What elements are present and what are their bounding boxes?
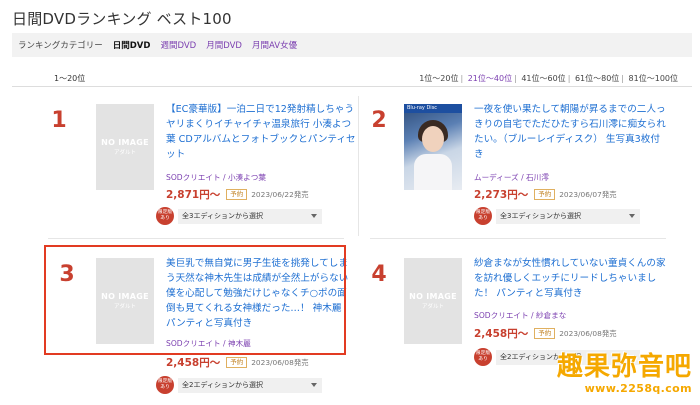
watermark: 趣果弥音吧 www.2258q.com (557, 352, 692, 395)
reserve-badge: 予約 (226, 189, 248, 200)
product-title-link[interactable]: 紗倉まなが女性慣れしていない童貞くんの家を訪れ優しくエッチにリードしちゃいました… (474, 256, 668, 301)
edition-row: 限定版あり 全2エディションから選択 (156, 376, 322, 394)
ranking-item: 2 Blu-ray Disc 一夜を使い果たして朝陽が昇るまでの二人っきりの自宅… (370, 102, 670, 225)
limited-edition-badge: 限定版あり (156, 376, 174, 394)
row-divider (48, 238, 344, 239)
no-image-sub: アダルト (421, 304, 444, 310)
price-row: 2,458円〜 予約 2023/06/08発売 (474, 326, 617, 341)
range-link-1-20[interactable]: 1位〜20位 (419, 74, 458, 83)
no-image-text: NO IMAGE (101, 138, 149, 147)
edition-select-label: 全2エディションから選択 (182, 380, 263, 389)
price: 2,458円〜 (474, 328, 529, 340)
cover-photo-face (422, 126, 444, 152)
category-bar: ランキングカテゴリー 日間DVD 週間DVD 月間DVD 月間AV女優 (12, 33, 692, 57)
edition-select[interactable]: 全3エディションから選択 (496, 208, 640, 224)
category-monthly-actress-link[interactable]: 月間AV女優 (252, 39, 297, 51)
release-date: 2023/06/07発売 (559, 190, 617, 199)
product-title-link[interactable]: 一夜を使い果たして朝陽が昇るまでの二人っきりの自宅でただひたすら石川澪に痴女られ… (474, 102, 668, 162)
category-label: ランキングカテゴリー (18, 41, 103, 51)
category-weekly-dvd-link[interactable]: 週間DVD (160, 39, 196, 51)
reserve-badge: 予約 (534, 328, 556, 339)
range-link-61-80[interactable]: 61位〜80位 (575, 74, 619, 83)
cover-photo-body (414, 154, 452, 190)
bluray-label: Blu-ray Disc (404, 104, 462, 113)
edition-select-label: 全3エディションから選択 (182, 211, 263, 220)
column-divider (358, 96, 359, 236)
edition-select[interactable]: 全3エディションから選択 (178, 208, 322, 224)
product-thumbnail[interactable]: Blu-ray Disc (404, 104, 462, 190)
price: 2,871円〜 (166, 189, 221, 201)
ranking-item: 1 NO IMAGE アダルト 【EC豪華版】一泊二日で12発射精しちゃうヤリま… (48, 102, 356, 225)
maker-link[interactable]: SODクリエイト / 紗倉まな (474, 310, 566, 321)
price-row: 2,273円〜 予約 2023/06/07発売 (474, 187, 617, 202)
category-daily-dvd: 日間DVD (112, 41, 151, 51)
category-monthly-dvd-link[interactable]: 月間DVD (206, 39, 242, 51)
rank-number: 1 (51, 108, 67, 133)
price: 2,273円〜 (474, 189, 529, 201)
edition-row: 限定版あり 全3エディションから選択 (474, 207, 640, 225)
row-divider (370, 238, 666, 239)
maker-link[interactable]: SODクリエイト / 小湊よつ葉 (166, 172, 266, 183)
edition-row: 限定版あり 全3エディションから選択 (156, 207, 322, 225)
product-title-link[interactable]: 【EC豪華版】一泊二日で12発射精しちゃうヤリまくりイチャイチャ温泉旅行 小湊よ… (166, 102, 360, 162)
page-title: 日間DVDランキング ベスト100 (12, 10, 232, 28)
watermark-url: www.2258q.com (584, 382, 692, 395)
watermark-text: 趣果弥音吧 (556, 352, 692, 382)
price: 2,458円〜 (166, 357, 221, 369)
no-image-text: NO IMAGE (409, 292, 457, 301)
reserve-badge: 予約 (534, 189, 556, 200)
price-row: 2,871円〜 予約 2023/06/22発売 (166, 187, 309, 202)
product-thumbnail[interactable]: NO IMAGE アダルト (96, 104, 154, 190)
rank-number: 2 (371, 108, 387, 133)
range-current: 1〜20位 (54, 74, 86, 83)
chevron-down-icon (629, 213, 635, 218)
highlight-box (44, 245, 346, 355)
rank-number: 4 (371, 262, 387, 287)
chevron-down-icon (311, 213, 317, 218)
reserve-badge: 予約 (226, 357, 248, 368)
product-thumbnail[interactable]: NO IMAGE アダルト (404, 258, 462, 344)
limited-edition-badge: 限定版あり (474, 348, 492, 366)
release-date: 2023/06/08発売 (251, 358, 309, 367)
release-date: 2023/06/22発売 (251, 190, 309, 199)
chevron-down-icon (311, 382, 317, 387)
range-bar: 1〜20位 1位〜20位 | 21位〜40位 | 41位〜60位 | 61位〜80位 |… (12, 69, 692, 87)
range-link-41-60[interactable]: 41位〜60位 (521, 74, 565, 83)
limited-edition-badge: 限定版あり (156, 207, 174, 225)
price-row: 2,458円〜 予約 2023/06/08発売 (166, 355, 309, 370)
release-date: 2023/06/08発売 (559, 329, 617, 338)
edition-select[interactable]: 全2エディションから選択 (178, 377, 322, 393)
maker-link[interactable]: ムーディーズ / 石川澪 (474, 172, 549, 183)
range-link-81-100[interactable]: 81位〜100位 (629, 74, 678, 83)
limited-edition-badge: 限定版あり (474, 207, 492, 225)
range-pagination: 1位〜20位 | 21位〜40位 | 41位〜60位 | 61位〜80位 | 81位〜1… (419, 74, 678, 83)
edition-select-label: 全3エディションから選択 (500, 211, 581, 220)
range-link-21-40[interactable]: 21位〜40位 (468, 74, 512, 83)
no-image-sub: アダルト (113, 150, 136, 156)
